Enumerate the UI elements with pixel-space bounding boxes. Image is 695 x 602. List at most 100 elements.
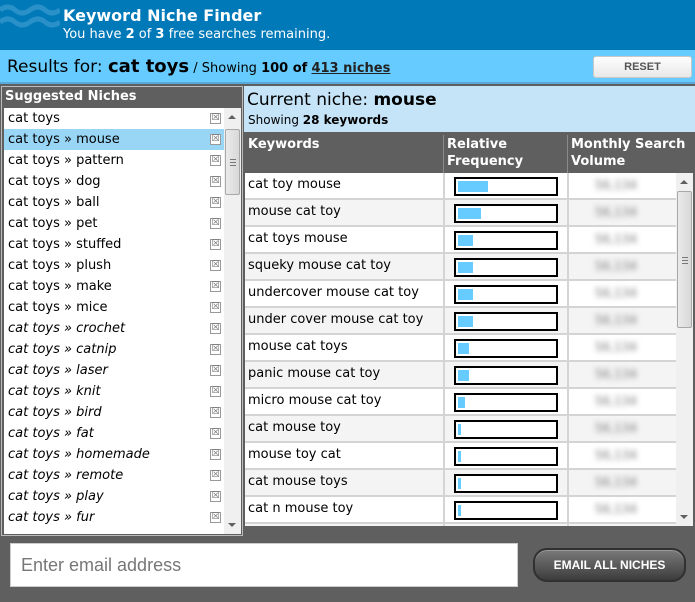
niche-item[interactable]: cat toys » dog ☒ xyxy=(4,171,224,192)
remove-niche-icon[interactable]: ☒ xyxy=(210,218,221,229)
remove-niche-icon[interactable]: ☒ xyxy=(210,239,221,250)
niche-item[interactable]: cat toys » play ☒ xyxy=(4,486,224,507)
search-volume-cell: 56,134 xyxy=(595,259,637,273)
frequency-bar xyxy=(454,231,558,250)
column-keywords[interactable]: Keywords xyxy=(248,136,320,153)
cell-divider xyxy=(443,200,445,227)
frequency-bar-fill xyxy=(458,397,465,408)
table-row[interactable]: mouse toy cat 56,134 xyxy=(245,443,676,470)
cell-divider xyxy=(443,416,445,443)
frequency-bar-fill xyxy=(458,505,461,516)
table-row[interactable]: cat toy mouse 56,134 xyxy=(245,173,676,200)
remove-niche-icon[interactable]: ☒ xyxy=(210,428,221,439)
table-row[interactable]: mouse cat toys 56,134 xyxy=(245,335,676,362)
column-monthly-search-volume[interactable]: Monthly Search Volume xyxy=(571,136,691,170)
niche-item[interactable]: cat toys » fat ☒ xyxy=(4,423,224,444)
cell-divider xyxy=(567,362,569,389)
current-niche-title: Current niche: mouse xyxy=(247,90,437,110)
niche-item[interactable]: cat toys » fur ☒ xyxy=(4,507,224,528)
keyword-cell: undercover mouse cat toy xyxy=(248,285,419,300)
column-relative-frequency[interactable]: Relative Frequency xyxy=(447,136,547,170)
frequency-bar-fill xyxy=(458,478,461,489)
niche-item[interactable]: cat toys » crochet ☒ xyxy=(4,318,224,339)
frequency-bar-fill xyxy=(458,451,461,462)
keyword-cell: mouse toy cat xyxy=(248,447,341,462)
search-volume-cell: 56,134 xyxy=(595,205,637,219)
table-row[interactable]: cat n mouse toy 56,134 xyxy=(245,497,676,524)
scroll-down-icon[interactable] xyxy=(680,515,688,519)
niche-item[interactable]: cat toys » pattern ☒ xyxy=(4,150,224,171)
niche-item[interactable]: cat toys » mice ☒ xyxy=(4,297,224,318)
remove-niche-icon[interactable]: ☒ xyxy=(210,470,221,481)
frequency-bar xyxy=(454,177,558,196)
table-row[interactable]: cat mouse toys 56,134 xyxy=(245,470,676,497)
table-row[interactable]: squeky mouse cat toy 56,134 xyxy=(245,254,676,281)
keyword-cell: under cover mouse cat toy xyxy=(248,312,424,327)
remove-niche-icon[interactable]: ☒ xyxy=(210,512,221,523)
niche-list-scrollbar[interactable] xyxy=(224,108,241,534)
niche-item[interactable]: cat toys » remote ☒ xyxy=(4,465,224,486)
remove-niche-icon[interactable]: ☒ xyxy=(210,155,221,166)
niche-item[interactable]: cat toys » knit ☒ xyxy=(4,381,224,402)
remove-niche-icon[interactable]: ☒ xyxy=(210,134,221,145)
niche-item[interactable]: cat toys ☒ xyxy=(4,108,224,129)
count-value: 28 keywords xyxy=(302,113,389,127)
niche-item[interactable]: cat toys » pet ☒ xyxy=(4,213,224,234)
table-row[interactable]: panic mouse cat toy 56,134 xyxy=(245,362,676,389)
remove-niche-icon[interactable]: ☒ xyxy=(210,491,221,502)
remove-niche-icon[interactable]: ☒ xyxy=(210,407,221,418)
reset-button[interactable]: RESET xyxy=(593,56,692,78)
niche-label: cat toys » bird xyxy=(8,405,102,420)
search-volume-cell: 56,134 xyxy=(595,232,637,246)
niche-item[interactable]: cat toys » stuffed ☒ xyxy=(4,234,224,255)
niche-item[interactable]: cat toys » homemade ☒ xyxy=(4,444,224,465)
cell-divider xyxy=(443,470,445,497)
keyword-cell: cat toys mouse xyxy=(248,231,348,246)
niche-label: cat toys » catnip xyxy=(8,342,117,357)
table-row[interactable]: cat toys mouse 56,134 xyxy=(245,227,676,254)
remove-niche-icon[interactable]: ☒ xyxy=(210,281,221,292)
total-niches-link[interactable]: 413 niches xyxy=(311,61,390,76)
remove-niche-icon[interactable]: ☒ xyxy=(210,344,221,355)
table-row[interactable]: cat mouse toy 56,134 xyxy=(245,416,676,443)
remove-niche-icon[interactable]: ☒ xyxy=(210,449,221,460)
niche-item[interactable]: cat toys » catnip ☒ xyxy=(4,339,224,360)
search-volume-cell: 56,134 xyxy=(595,313,637,327)
table-row[interactable]: undercover mouse cat toy 56,134 xyxy=(245,281,676,308)
table-row[interactable]: under cover mouse cat toy 56,134 xyxy=(245,308,676,335)
email-all-niches-button[interactable]: EMAIL ALL NICHES xyxy=(533,548,686,582)
table-row[interactable]: mouse cat toy 56,134 xyxy=(245,200,676,227)
email-input[interactable] xyxy=(10,543,518,587)
table-row[interactable]: 56,134 xyxy=(245,524,676,526)
niche-item[interactable]: cat toys » make ☒ xyxy=(4,276,224,297)
grip-icon xyxy=(682,256,688,264)
niche-item[interactable]: cat toys » bird ☒ xyxy=(4,402,224,423)
remove-niche-icon[interactable]: ☒ xyxy=(210,365,221,376)
table-scrollbar[interactable] xyxy=(676,173,693,526)
niche-item[interactable]: cat toys » mouse ☒ xyxy=(4,129,224,150)
keyword-cell: cat mouse toy xyxy=(248,420,341,435)
niche-name: mouse xyxy=(373,90,437,110)
remove-niche-icon[interactable]: ☒ xyxy=(210,176,221,187)
current-niche-header: Current niche: mouse Showing 28 keywords xyxy=(244,86,695,132)
remove-niche-icon[interactable]: ☒ xyxy=(210,302,221,313)
cell-divider xyxy=(443,443,445,470)
scroll-up-icon[interactable] xyxy=(228,115,236,119)
scroll-down-icon[interactable] xyxy=(228,523,236,527)
remove-niche-icon[interactable]: ☒ xyxy=(210,197,221,208)
scroll-up-icon[interactable] xyxy=(680,180,688,184)
niche-item[interactable]: cat toys » plush ☒ xyxy=(4,255,224,276)
keywords-table: Keywords Relative Frequency Monthly Sear… xyxy=(245,132,693,536)
niche-item[interactable]: cat toys » ball ☒ xyxy=(4,192,224,213)
niche-item[interactable]: cat toys » laser ☒ xyxy=(4,360,224,381)
scroll-thumb[interactable] xyxy=(677,191,692,328)
remove-niche-icon[interactable]: ☒ xyxy=(210,260,221,271)
remove-niche-icon[interactable]: ☒ xyxy=(210,323,221,334)
keyword-cell: mouse cat toys xyxy=(248,339,348,354)
cell-divider xyxy=(443,362,445,389)
remove-niche-icon[interactable]: ☒ xyxy=(210,386,221,397)
table-row[interactable]: micro mouse cat toy 56,134 xyxy=(245,389,676,416)
niche-label: cat toys » play xyxy=(8,489,104,504)
scroll-thumb[interactable] xyxy=(225,129,240,195)
remove-niche-icon[interactable]: ☒ xyxy=(210,113,221,124)
